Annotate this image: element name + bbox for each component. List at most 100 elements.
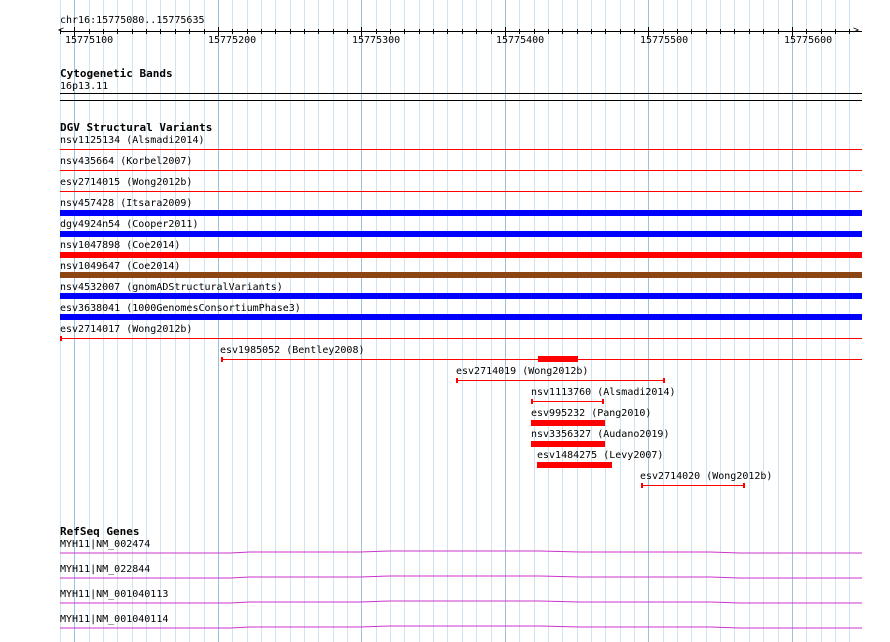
ruler-tick — [419, 29, 420, 34]
variant-bar[interactable] — [60, 338, 862, 339]
variant-bar[interactable] — [641, 485, 745, 486]
variant-bar-cap — [663, 378, 665, 383]
gene-line[interactable] — [60, 549, 862, 557]
ruler-tick — [204, 29, 205, 34]
variant-label[interactable]: esv2714019 (Wong2012b) — [456, 366, 588, 377]
cytoband-label: 16p13.11 — [60, 81, 109, 92]
gene-line[interactable] — [60, 574, 862, 582]
ruler-tick — [691, 29, 692, 34]
ruler-tick — [60, 29, 61, 34]
ruler-tick — [103, 29, 104, 34]
variant-bar[interactable] — [60, 210, 862, 216]
ruler-tick — [175, 29, 176, 34]
variant-bar[interactable] — [60, 293, 862, 299]
refseq-track-title: RefSeq Genes — [60, 525, 140, 538]
variant-bar[interactable] — [60, 170, 862, 171]
variant-bar[interactable] — [457, 380, 665, 381]
variant-bar[interactable] — [60, 149, 862, 150]
variant-bar[interactable] — [537, 462, 612, 468]
cytoband-band[interactable] — [60, 93, 862, 94]
variant-label[interactable]: esv1484275 (Levy2007) — [537, 450, 663, 461]
variant-label[interactable]: esv995232 (Pang2010) — [531, 408, 651, 419]
variant-bar-cap — [60, 336, 62, 341]
gene-line[interactable] — [60, 599, 862, 607]
ruler-tick — [591, 29, 592, 34]
ruler-tick — [333, 29, 334, 34]
cytoband-track-title: Cytogenetic Bands — [60, 67, 173, 80]
ruler-tick — [634, 29, 635, 34]
ruler-tick — [706, 29, 707, 34]
ruler-tick — [835, 29, 836, 34]
variant-bar-cap — [602, 399, 604, 404]
ruler-tick — [261, 29, 262, 34]
ruler-left-arrow: < — [58, 25, 65, 36]
ruler-location: chr16:15775080..15775635 — [60, 15, 205, 26]
ruler-line — [60, 31, 862, 32]
ruler-tick — [462, 29, 463, 34]
variant-label[interactable]: nsv3356327 (Audano2019) — [531, 429, 669, 440]
variant-label[interactable]: esv2714020 (Wong2012b) — [640, 471, 772, 482]
variant-bar[interactable] — [532, 401, 604, 402]
ruler-tick — [89, 29, 90, 34]
ruler-tick — [476, 29, 477, 34]
ruler-tick — [404, 29, 405, 34]
ruler-tick-label: 15775400 — [496, 35, 545, 46]
ruler-tick — [677, 29, 678, 34]
ruler-tick — [146, 29, 147, 34]
variant-label[interactable]: nsv1113760 (Alsmadi2014) — [531, 387, 676, 398]
ruler-tick — [519, 29, 520, 34]
ruler-tick — [247, 29, 248, 34]
ruler-tick — [849, 29, 850, 34]
variant-bar[interactable] — [60, 191, 862, 192]
variant-bar-cap — [743, 483, 745, 488]
ruler-tick-label: 15775300 — [352, 35, 401, 46]
ruler-tick — [447, 29, 448, 34]
variant-bar-cap — [221, 357, 223, 362]
ruler-tick — [734, 29, 735, 34]
variant-label[interactable]: nsv1047898 (Coe2014) — [60, 240, 180, 251]
variant-label[interactable]: nsv1049647 (Coe2014) — [60, 261, 180, 272]
variant-label[interactable]: nsv4532007 (gnomADStructuralVariants) — [60, 282, 283, 293]
variant-label[interactable]: esv3638041 (1000GenomesConsortiumPhase3) — [60, 303, 301, 314]
ruler-tick — [720, 29, 721, 34]
ruler-tick — [117, 29, 118, 34]
variant-label[interactable]: esv2714015 (Wong2012b) — [60, 177, 192, 188]
ruler-tick-label: 15775600 — [784, 35, 833, 46]
ruler-tick — [132, 29, 133, 34]
ruler-tick — [232, 29, 233, 34]
variant-label[interactable]: dgv4924n54 (Cooper2011) — [60, 219, 198, 230]
ruler-tick — [491, 29, 492, 34]
ruler-tick — [548, 29, 549, 34]
ruler-tick — [433, 29, 434, 34]
gene-line[interactable] — [60, 624, 862, 632]
variant-label[interactable]: esv2714017 (Wong2012b) — [60, 324, 192, 335]
dgv-track-title: DGV Structural Variants — [60, 121, 213, 134]
ruler-tick — [778, 29, 779, 34]
ruler-tick — [821, 29, 822, 34]
ruler-right-arrow: > — [853, 25, 860, 36]
ruler-tick — [160, 29, 161, 34]
ruler-tick — [763, 29, 764, 34]
ruler-tick — [290, 29, 291, 34]
variant-bar-cap — [531, 399, 533, 404]
ruler-tick — [577, 29, 578, 34]
ruler-tick — [620, 29, 621, 34]
variant-bar[interactable] — [60, 252, 862, 258]
variant-bar[interactable] — [60, 231, 862, 237]
ruler-tick — [304, 29, 305, 34]
ruler-tick — [534, 29, 535, 34]
variant-bar[interactable] — [531, 441, 605, 447]
variant-bar-cap — [456, 378, 458, 383]
variant-label[interactable]: nsv435664 (Korbel2007) — [60, 156, 192, 167]
ruler-tick — [390, 29, 391, 34]
ruler-tick-label: 15775200 — [208, 35, 257, 46]
ruler-tick — [347, 29, 348, 34]
variant-bar[interactable] — [60, 272, 862, 278]
variant-label[interactable]: nsv1125134 (Alsmadi2014) — [60, 135, 205, 146]
ruler-tick — [376, 29, 377, 34]
variant-bar[interactable] — [531, 420, 605, 426]
variant-label[interactable]: esv1985052 (Bentley2008) — [220, 345, 365, 356]
variant-bar-thick[interactable] — [538, 356, 578, 362]
variant-bar[interactable] — [60, 314, 862, 320]
variant-label[interactable]: nsv457428 (Itsara2009) — [60, 198, 192, 209]
